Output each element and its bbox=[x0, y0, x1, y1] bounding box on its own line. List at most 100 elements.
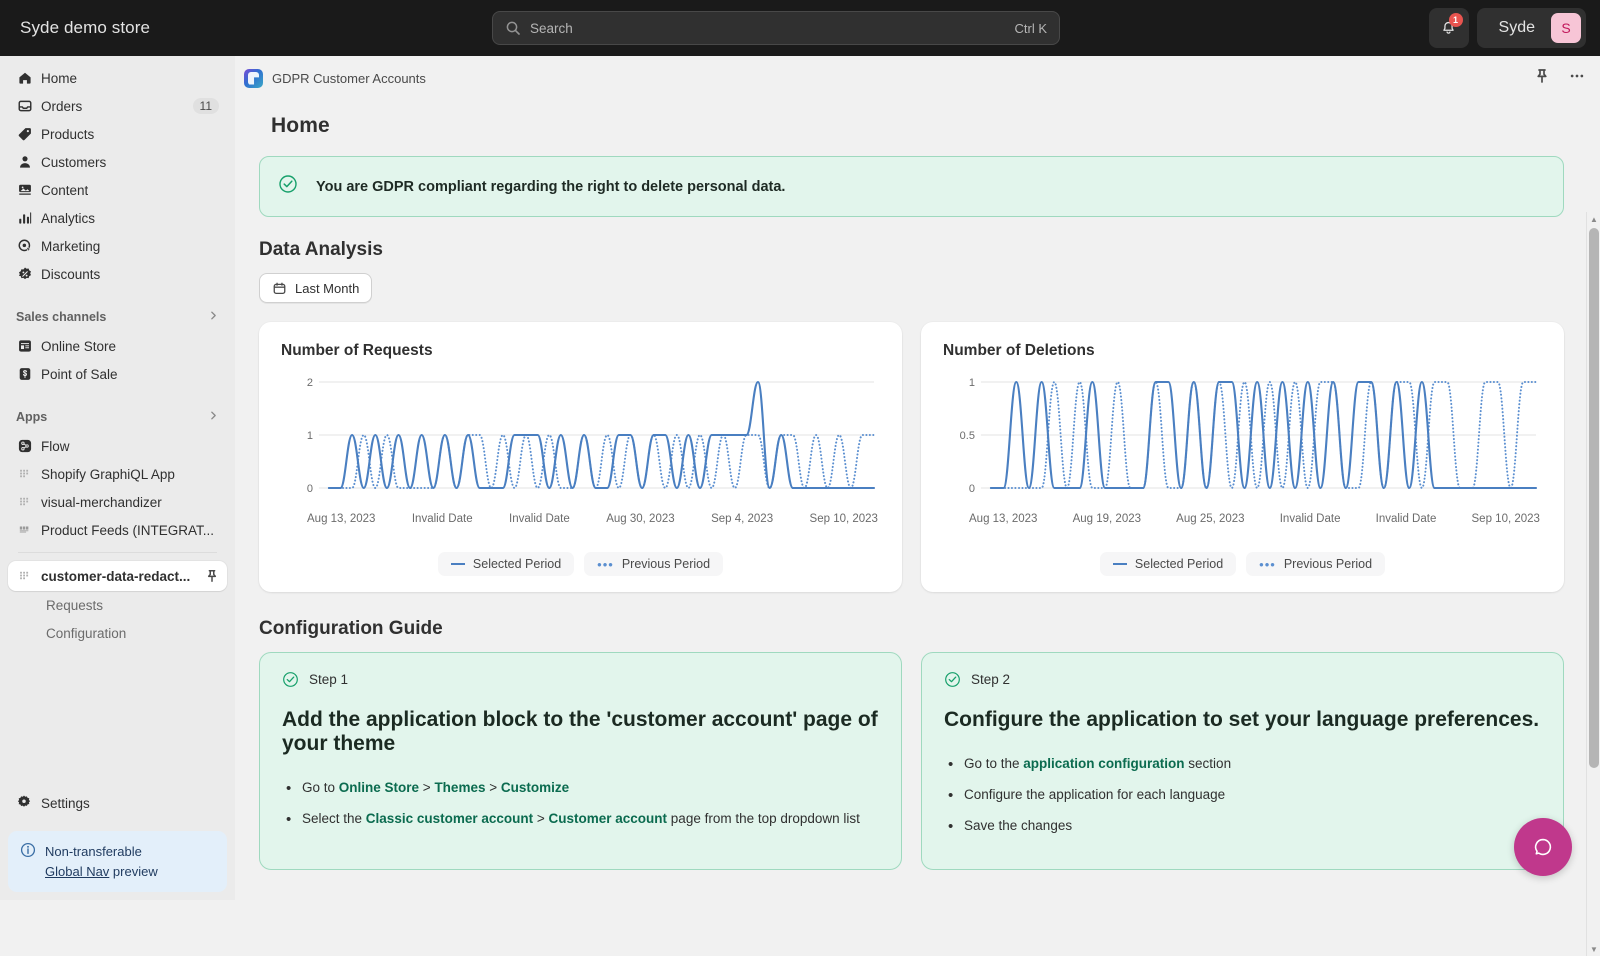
chevron-right-icon[interactable] bbox=[208, 310, 219, 324]
sidebar-subitem-configuration[interactable]: Configuration bbox=[8, 619, 227, 647]
x-tick-label: Invalid Date bbox=[1279, 513, 1341, 525]
list-item: Go to Online Store > Themes > Customize bbox=[282, 777, 879, 800]
help-chat-button[interactable] bbox=[1514, 818, 1572, 876]
chevron-right-icon[interactable] bbox=[208, 410, 219, 424]
sidebar-item-label: Orders bbox=[41, 98, 83, 114]
bullet-prefix: Go to the bbox=[964, 756, 1024, 772]
avatar: S bbox=[1551, 13, 1581, 43]
sidebar-item-flow[interactable]: Flow bbox=[8, 432, 227, 460]
flow-icon bbox=[16, 438, 33, 455]
svg-text:0.5: 0.5 bbox=[960, 430, 975, 442]
legend-item-selected-period[interactable]: Selected Period bbox=[1099, 552, 1237, 576]
sidebar-item-graphiql-app[interactable]: Shopify GraphiQL App bbox=[8, 460, 227, 488]
x-tick-label: Invalid Date bbox=[509, 513, 570, 525]
legend-item-previous-period[interactable]: ••• Previous Period bbox=[584, 552, 724, 576]
bullet-strong: application configuration bbox=[1023, 756, 1185, 772]
bar-chart-icon bbox=[16, 210, 33, 227]
gdpr-compliance-banner: You are GDPR compliant regarding the rig… bbox=[259, 156, 1564, 217]
chart-card-requests: Number of Requests 0 1 2 Aug 13, 2023 Inva… bbox=[259, 322, 902, 592]
x-tick-label: Invalid Date bbox=[411, 513, 473, 525]
bullet-prefix: Select the bbox=[302, 811, 366, 827]
sidebar-item-product-feeds[interactable]: Product Feeds (INTEGRAT... bbox=[8, 516, 227, 544]
sidebar-item-label: Online Store bbox=[41, 338, 117, 354]
bullet-suffix: section bbox=[1184, 756, 1232, 772]
sidebar-item-settings[interactable]: Settings bbox=[16, 789, 219, 817]
embedded-app-actions bbox=[1534, 67, 1586, 90]
sidebar-item-label: Discounts bbox=[41, 266, 101, 282]
sidebar-item-analytics[interactable]: Analytics bbox=[8, 204, 227, 232]
sidebar-item-label: customer-data-redact... bbox=[41, 568, 191, 584]
sidebar-item-label: Shopify GraphiQL App bbox=[41, 466, 175, 482]
search-input[interactable]: Search Ctrl K bbox=[492, 11, 1060, 45]
page-title: Home bbox=[271, 114, 330, 137]
data-analysis-heading: Data Analysis bbox=[259, 239, 383, 260]
sidebar-section-sales-channels[interactable]: Sales channels bbox=[8, 302, 227, 332]
app-placeholder-icon bbox=[16, 466, 33, 483]
list-item: Save the changes bbox=[944, 815, 1541, 838]
sidebar-item-discounts[interactable]: Discounts bbox=[8, 260, 227, 288]
legend-label: Selected Period bbox=[1134, 557, 1224, 571]
requests-line-chart: 0 1 2 bbox=[307, 377, 880, 495]
pin-icon[interactable] bbox=[1534, 68, 1550, 89]
legend-solid-line-swatch bbox=[1112, 563, 1127, 565]
legend-dotted-line-swatch: ••• bbox=[597, 556, 614, 572]
target-cursor-icon bbox=[16, 238, 33, 255]
bullet-suffix: page from the top dropdown list bbox=[667, 811, 860, 827]
global-nav-link[interactable]: Global Nav bbox=[45, 864, 109, 879]
discount-badge-icon bbox=[16, 266, 33, 283]
user-menu-button[interactable]: Syde S bbox=[1476, 8, 1586, 48]
sidebar-subitem-requests[interactable]: Requests bbox=[8, 591, 227, 619]
sidebar-subitem-label: Requests bbox=[46, 597, 104, 613]
sidebar-item-customers[interactable]: Customers bbox=[8, 148, 227, 176]
store-name[interactable]: Syde demo store bbox=[20, 18, 150, 38]
scroll-up-arrow-icon[interactable]: ▲ bbox=[1587, 212, 1600, 226]
sidebar-item-home[interactable]: Home bbox=[8, 64, 227, 92]
sidebar-item-online-store[interactable]: Online Store bbox=[8, 332, 227, 360]
check-circle-icon bbox=[282, 671, 299, 688]
sidebar-item-point-of-sale[interactable]: Point of Sale bbox=[8, 360, 227, 388]
page-scrollbar[interactable]: ▲ ▼ bbox=[1586, 212, 1600, 956]
page-title-bar: Home bbox=[235, 100, 1600, 160]
home-icon bbox=[16, 70, 33, 87]
bullet-prefix: Configure the application for each langu… bbox=[964, 787, 1226, 803]
sidebar-section-apps[interactable]: Apps bbox=[8, 402, 227, 432]
legend-item-selected-period[interactable]: Selected Period bbox=[437, 552, 575, 576]
sidebar-item-products[interactable]: Products bbox=[8, 120, 227, 148]
step-card-1: Step 1 Add the application block to the … bbox=[259, 652, 902, 870]
ellipsis-horizontal-icon[interactable] bbox=[1568, 67, 1586, 90]
scroll-down-arrow-icon[interactable]: ▼ bbox=[1587, 942, 1600, 956]
notifications-button[interactable]: 1 bbox=[1428, 8, 1469, 48]
sidebar-item-label: Flow bbox=[41, 438, 70, 454]
sidebar-item-label: Point of Sale bbox=[41, 366, 118, 382]
sidebar-item-marketing[interactable]: Marketing bbox=[8, 232, 227, 260]
date-range-label: Last Month bbox=[295, 280, 360, 296]
section-label: Sales channels bbox=[16, 310, 107, 324]
app-placeholder-icon bbox=[16, 494, 33, 511]
sidebar-item-label: Products bbox=[41, 126, 95, 142]
check-circle-icon bbox=[278, 174, 298, 199]
sidebar-item-customer-data-redaction[interactable]: customer-data-redact... bbox=[8, 561, 227, 591]
svg-text:0: 0 bbox=[307, 483, 313, 495]
global-nav-note-line1: Non-transferable bbox=[45, 844, 142, 859]
date-range-button[interactable]: Last Month bbox=[259, 273, 373, 303]
x-tick-label: Aug 30, 2023 bbox=[606, 513, 675, 525]
bullet-mid: > bbox=[419, 780, 435, 796]
step-card-2: Step 2 Configure the application to set … bbox=[921, 652, 1564, 870]
sidebar-item-content[interactable]: Content bbox=[8, 176, 227, 204]
pin-icon[interactable] bbox=[205, 569, 219, 583]
sidebar-item-visual-merchandizer[interactable]: visual-merchandizer bbox=[8, 488, 227, 516]
svg-text:1: 1 bbox=[307, 430, 313, 442]
scrollbar-thumb[interactable] bbox=[1589, 228, 1599, 768]
gear-icon bbox=[16, 794, 32, 813]
page-scroll-area[interactable]: You are GDPR compliant regarding the rig… bbox=[235, 156, 1600, 900]
sidebar-item-orders[interactable]: Orders 11 bbox=[8, 92, 227, 120]
storefront-icon bbox=[16, 338, 33, 355]
app-placeholder-icon bbox=[16, 522, 33, 539]
orders-inbox-icon bbox=[16, 98, 33, 115]
legend-item-previous-period[interactable]: ••• Previous Period bbox=[1246, 552, 1386, 576]
x-axis-labels: Aug 13, 2023 Invalid Date Invalid Date A… bbox=[281, 513, 880, 525]
legend-solid-line-swatch bbox=[450, 563, 465, 565]
sidebar-footer: Settings Non-transferable Global Nav pre… bbox=[0, 789, 235, 900]
x-tick-label: Aug 13, 2023 bbox=[969, 513, 1038, 525]
step-bullet-list: Go to the application configuration sect… bbox=[944, 753, 1541, 838]
